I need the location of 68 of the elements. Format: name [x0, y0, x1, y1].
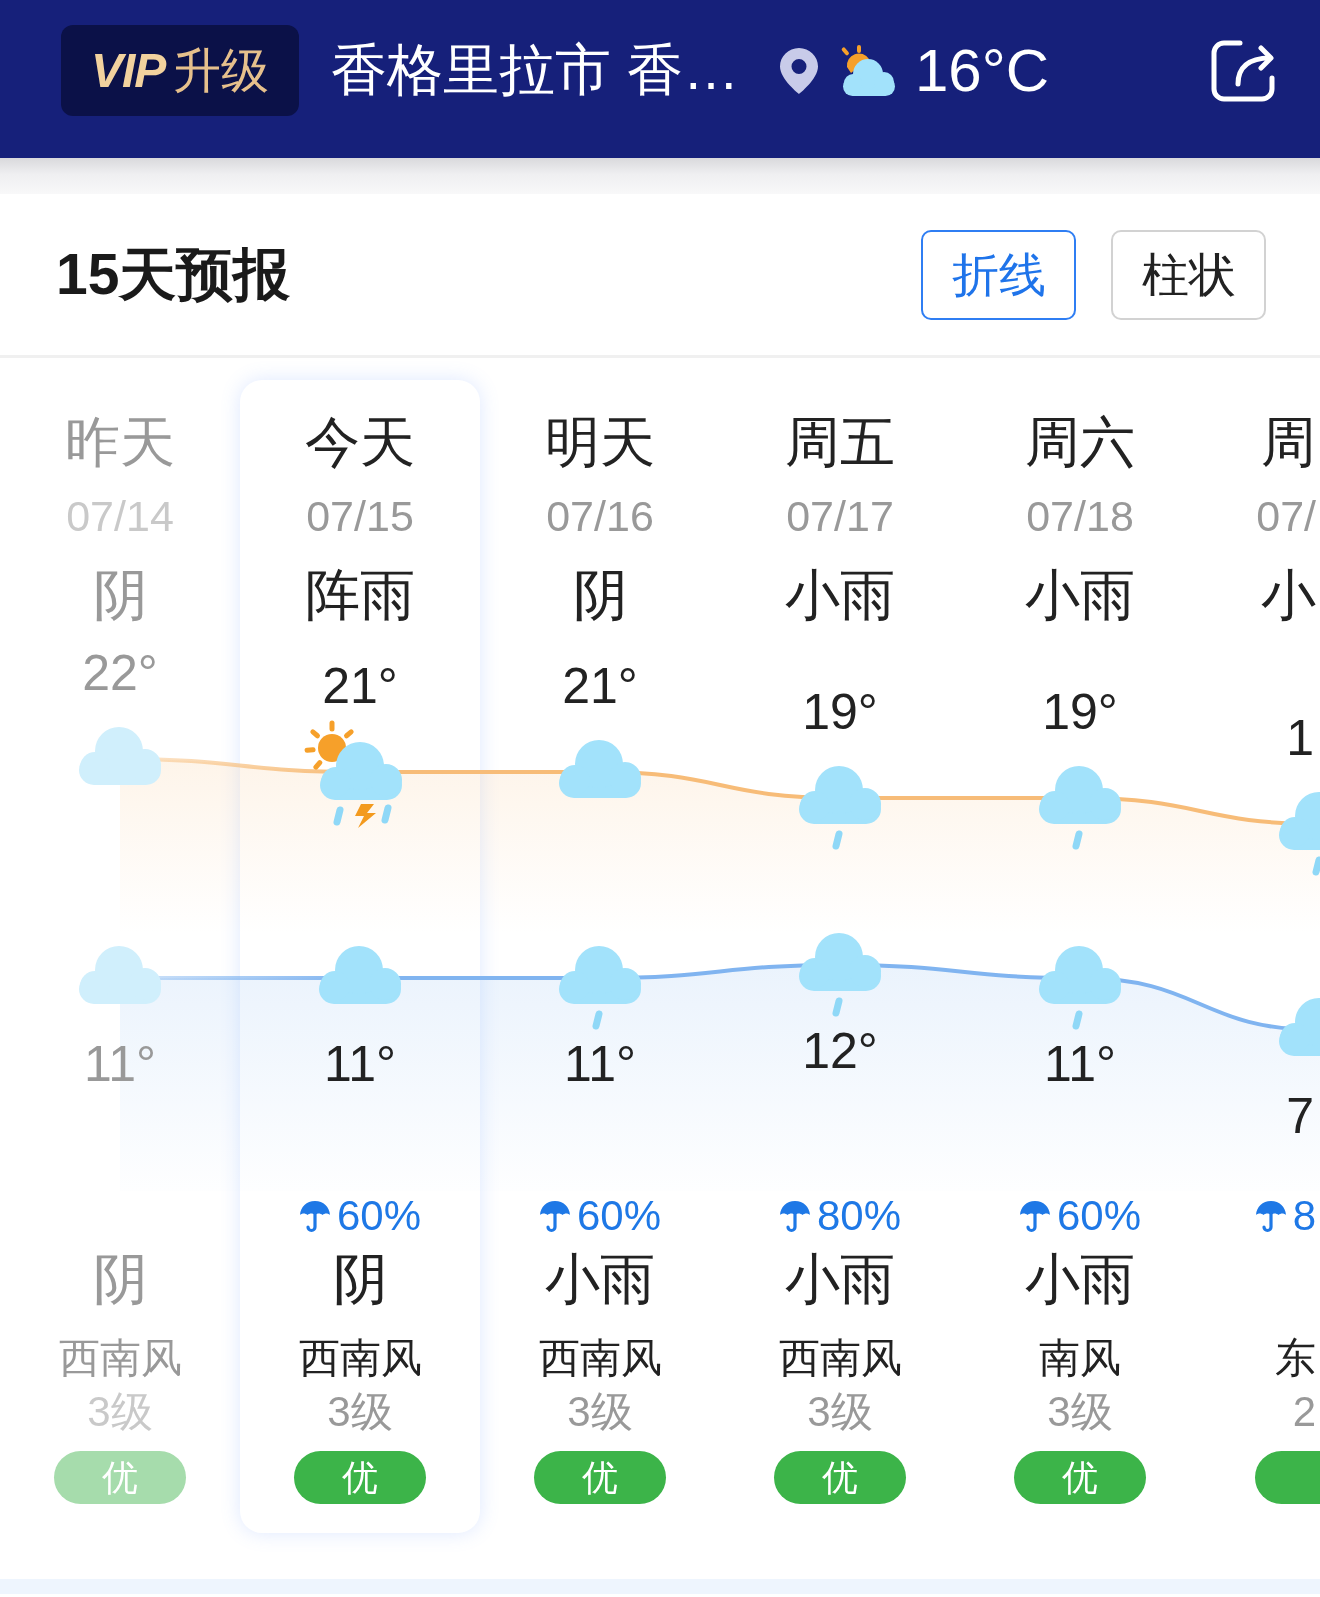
day-label: 周 [1261, 411, 1316, 475]
high-temperature: 21° [562, 657, 638, 715]
day-weather-label: 阵雨 [305, 564, 415, 628]
high-temperature: 1 [1286, 709, 1314, 767]
wind-direction: 南风 [1039, 1335, 1121, 1383]
wind-level: 3级 [327, 1387, 393, 1437]
date-label: 07/18 [1026, 492, 1134, 542]
night-weather-label: 阴 [92, 1248, 148, 1312]
precipitation-chance: 8 [1292, 1191, 1316, 1241]
date-label: 07/ [1256, 492, 1316, 542]
umbrella-icon [1254, 1199, 1287, 1233]
precipitation-chance: 60% [576, 1191, 662, 1241]
air-quality-badge: 优 [534, 1451, 666, 1504]
wind-direction: 西南风 [298, 1335, 422, 1383]
high-temperature: 21° [322, 657, 398, 715]
day-weather-label: 小 [1261, 564, 1316, 628]
wind-level: 3级 [1047, 1387, 1113, 1437]
umbrella-icon [1018, 1199, 1051, 1233]
forecast-title: 15天预报 [56, 241, 291, 308]
precipitation-chance: 60% [336, 1191, 422, 1241]
wind-direction: 西南风 [538, 1335, 662, 1383]
high-temperature: 19° [1042, 683, 1118, 741]
current-temperature: 16°C [914, 36, 1049, 105]
night-weather-label: 小雨 [785, 1248, 895, 1312]
low-temperature: 11° [1044, 1035, 1116, 1093]
air-quality-badge: 优 [54, 1451, 186, 1504]
day-weather-label: 阴 [92, 564, 148, 628]
location-name: 香格里拉市 香… [331, 38, 739, 103]
low-temperature: 11° [324, 1035, 396, 1093]
view-toggle-button[interactable]: 柱状 [1111, 229, 1266, 320]
wind-direction: 东 [1275, 1335, 1316, 1383]
night-weather-label: 小雨 [545, 1248, 655, 1312]
day-label: 昨天 [65, 411, 175, 475]
low-temperature: 11° [564, 1035, 636, 1093]
low-temperature: 12° [802, 1022, 878, 1080]
umbrella-icon [298, 1199, 331, 1233]
wind-level: 3级 [567, 1387, 633, 1437]
low-temperature: 11° [84, 1035, 156, 1093]
day-label: 明天 [545, 411, 655, 475]
day-label: 周五 [785, 411, 895, 475]
precipitation-chance: 60% [1056, 1191, 1142, 1241]
high-temperature: 19° [802, 683, 878, 741]
low-temperature: 7 [1286, 1087, 1314, 1145]
air-quality-badge: 优 [294, 1451, 426, 1504]
precipitation-chance: 80% [816, 1191, 902, 1241]
air-quality-badge: 优 [1014, 1451, 1146, 1504]
wind-level: 2 [1292, 1387, 1316, 1437]
wind-direction: 西南风 [778, 1335, 902, 1383]
day-weather-label: 小雨 [785, 564, 895, 628]
day-weather-label: 阴 [572, 564, 628, 628]
umbrella-icon [778, 1199, 811, 1233]
date-label: 07/16 [546, 492, 654, 542]
wind-level: 3级 [807, 1387, 873, 1437]
umbrella-icon [538, 1199, 571, 1233]
wind-direction: 西南风 [58, 1335, 182, 1383]
day-label: 周六 [1025, 411, 1135, 475]
air-quality-badge: 优 [774, 1451, 906, 1504]
vip-button[interactable]: VIP升级 [61, 25, 300, 116]
air-quality-badge [1255, 1451, 1320, 1504]
night-weather-label: 小雨 [1025, 1248, 1135, 1312]
high-temperature: 22° [82, 644, 158, 702]
location-pin-icon [778, 46, 819, 95]
day-label: 今天 [305, 411, 415, 475]
date-label: 07/17 [786, 492, 894, 542]
view-toggle-button[interactable]: 折线 [921, 229, 1076, 320]
date-label: 07/15 [306, 492, 414, 542]
night-weather-label: 阴 [332, 1248, 388, 1312]
day-weather-label: 小雨 [1025, 564, 1135, 628]
